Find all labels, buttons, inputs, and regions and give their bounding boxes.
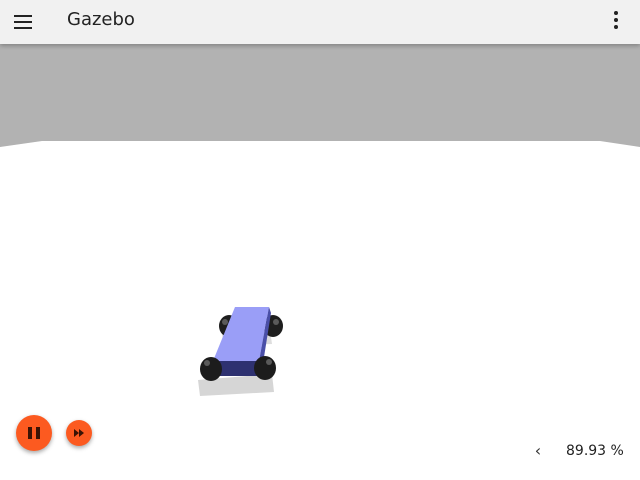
top-app-bar: Gazebo [0,0,640,44]
dot [614,25,618,29]
ground-plane [0,141,640,480]
menu-line [14,21,32,23]
gazebo-app: Gazebo ‹ 89.93 % [0,0,640,480]
real-time-factor: 89.93 % [566,443,624,459]
menu-line [14,15,32,17]
chevron-left-icon[interactable]: ‹ [530,442,546,460]
menu-line [14,27,32,29]
wheel-highlight [273,319,279,325]
wheel-highlight [204,360,210,366]
pause-bar [28,427,32,439]
vertical-dots-icon[interactable] [606,10,626,32]
fast-forward-icon [74,429,84,437]
pause-bar [36,427,40,439]
wheel-front-right [254,356,276,380]
wheel-highlight [266,359,272,365]
app-title: Gazebo [67,9,135,30]
dot [614,18,618,22]
wheel-front-left [200,357,222,381]
wheel-highlight [222,319,228,325]
dot [614,11,618,15]
step-button[interactable] [66,420,92,446]
hamburger-menu-icon[interactable] [13,12,33,32]
play-pause-button[interactable] [16,415,52,451]
scene-viewport[interactable] [0,44,640,480]
